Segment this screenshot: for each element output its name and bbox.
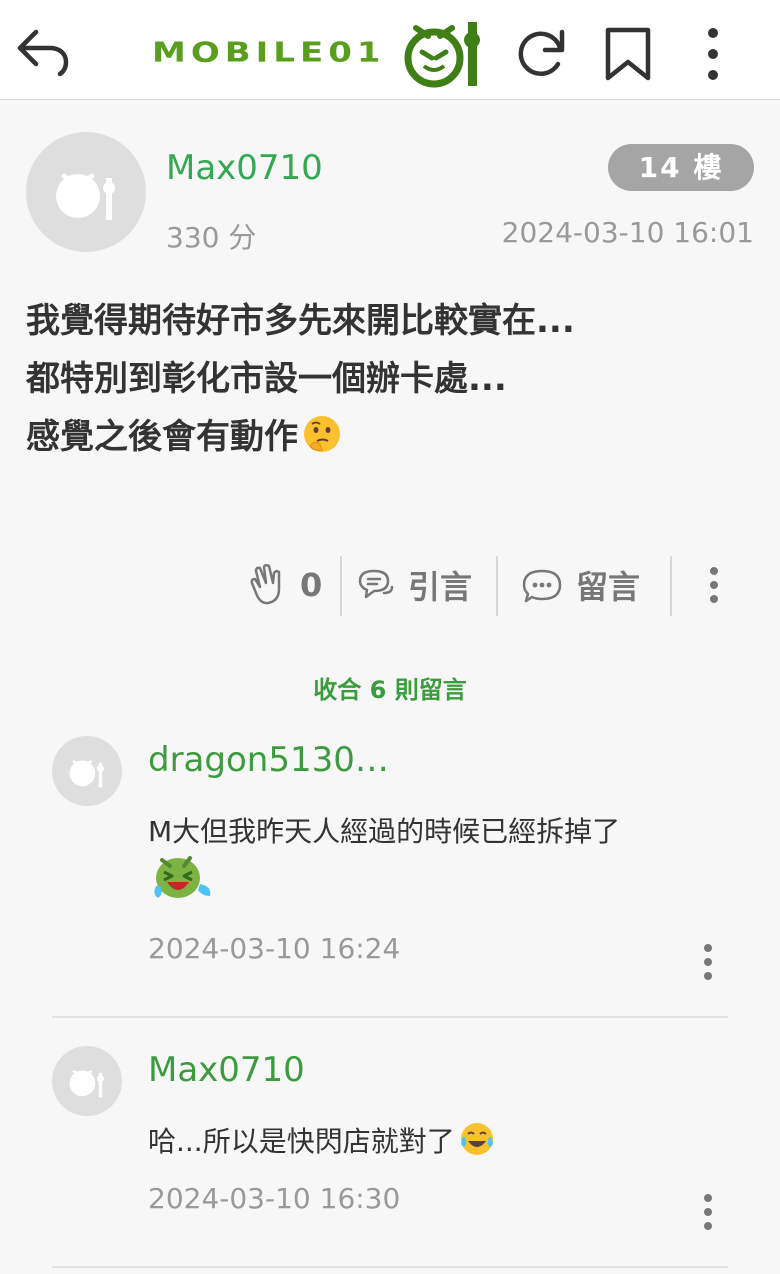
comment-author[interactable]: Max0710 <box>148 1050 305 1090</box>
clap-count: 0 <box>300 566 323 604</box>
more-options-button[interactable] <box>694 24 732 84</box>
comment-text: M大但我昨天人經過的時候已經拆掉了 <box>148 815 621 848</box>
post-action-bar: 0 引言 留言 <box>0 552 780 618</box>
post-more-button[interactable] <box>704 552 724 618</box>
logo-text: MOBILE01 <box>152 36 386 69</box>
comment-text: 哈...所以是快閃店就對了 <box>148 1120 495 1160</box>
back-button[interactable] <box>14 26 72 78</box>
author-score: 330 分 <box>166 221 257 254</box>
author-avatar[interactable] <box>26 132 146 252</box>
post-line: 都特別到彰化市設一個辦卡處... <box>26 359 507 399</box>
reply-label: 留言 <box>576 568 641 606</box>
comment-separator <box>52 1266 728 1268</box>
mobile01-logo[interactable]: MOBILE01 <box>152 18 488 88</box>
action-divider <box>496 556 498 616</box>
logo-mascot-icon <box>404 22 480 88</box>
collapse-comments-link[interactable]: 收合 6 則留言 <box>0 670 780 705</box>
bookmark-icon <box>605 27 651 81</box>
post-line: 感覺之後會有動作 <box>26 408 756 466</box>
comment-timestamp: 2024-03-10 16:30 <box>148 1182 401 1215</box>
back-arrow-icon <box>17 29 69 77</box>
commenter-avatar[interactable] <box>52 736 122 806</box>
comment-author[interactable]: dragon5130… <box>148 740 389 780</box>
commenter-avatar[interactable] <box>52 1046 122 1116</box>
reload-icon <box>518 29 565 76</box>
quote-button[interactable]: 引言 <box>354 552 472 618</box>
comment-separator <box>52 1016 728 1018</box>
tears-of-joy-icon <box>460 1123 493 1155</box>
post-author[interactable]: Max0710 <box>166 148 323 188</box>
default-avatar-icon <box>69 1070 104 1098</box>
post-timestamp: 2024-03-10 16:01 <box>501 216 754 249</box>
action-divider <box>340 556 342 616</box>
default-avatar-icon <box>56 173 115 220</box>
top-app-bar: MOBILE01 <box>0 0 780 100</box>
clap-button[interactable]: 0 <box>246 552 322 618</box>
post-line-text: 感覺之後會有動作 <box>26 417 298 457</box>
more-vertical-icon <box>704 1194 712 1230</box>
more-vertical-icon <box>704 944 712 980</box>
post-line: 我覺得期待好市多先來開比較實在... <box>26 301 575 341</box>
default-avatar-icon <box>69 760 104 788</box>
comment-more-button[interactable] <box>698 942 718 982</box>
comment-item: dragon5130… M大但我昨天人經過的時候已經拆掉了 2024-03-10… <box>52 736 728 1020</box>
more-vertical-icon <box>708 28 718 80</box>
comment-item: Max0710 哈...所以是快閃店就對了 2024-03-10 16:30 <box>52 1046 728 1272</box>
quote-label: 引言 <box>408 568 473 606</box>
laughing-sticker-icon <box>154 856 211 898</box>
reply-button[interactable]: 留言 <box>520 552 640 618</box>
bookmark-button[interactable] <box>600 24 656 84</box>
comment-bubble-icon <box>522 569 562 603</box>
quote-bubbles-icon <box>358 569 394 599</box>
comment-more-button[interactable] <box>698 1192 718 1232</box>
more-vertical-icon <box>710 567 718 603</box>
thinking-face-icon <box>304 416 340 452</box>
reload-button[interactable] <box>512 24 572 82</box>
comment-timestamp: 2024-03-10 16:24 <box>148 932 401 965</box>
clap-hands-icon <box>250 563 281 605</box>
floor-badge: 14 樓 <box>608 144 754 191</box>
post-content: 我覺得期待好市多先來開比較實在... 都特別到彰化市設一個辦卡處... 感覺之後… <box>26 292 756 466</box>
comment-text-content: 哈...所以是快閃店就對了 <box>148 1125 455 1158</box>
action-divider <box>670 556 672 616</box>
